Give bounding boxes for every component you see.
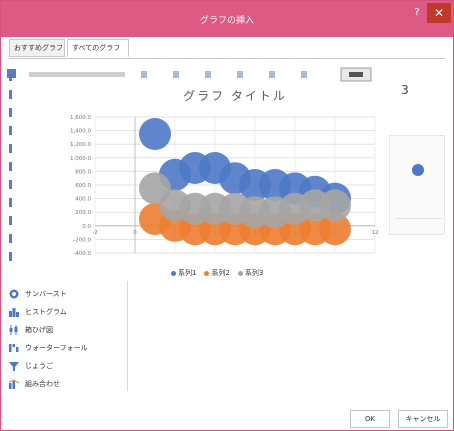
legend-item: 系列1 [171,268,196,278]
ok-button[interactable]: OK [350,410,390,428]
bubble-point [139,118,171,150]
chart-preview-thumbnail[interactable] [389,135,445,235]
y-tick-label: 400.0 [75,197,91,203]
legend-label: 系列1 [178,269,197,277]
x-tick-label: -2 [92,230,97,236]
x-tick-label: 12 [372,230,379,236]
legend-item: 系列2 [204,268,230,278]
legend-swatch [171,270,176,276]
legend-swatch [237,270,243,276]
bubble-point [319,189,351,222]
y-tick-label: -200.0 [73,237,91,243]
y-tick-label: 1,400.0 [70,129,91,135]
y-tick-label: -400.0 [73,251,91,257]
legend-item: 系列3 [237,268,264,278]
legend-label: 系列3 [244,269,264,277]
y-tick-label: 200.0 [75,210,91,216]
insert-chart-dialog: グラフの挿入 ? ✕ おすすめグラフ すべてのグラフ サンバースト ヒストグラム… [0,0,454,431]
y-tick-label: 1,600.0 [70,115,91,121]
chart-legend: 系列1 系列2 系列3 [171,267,311,279]
preview-axis [396,218,442,224]
preview-bubble [412,164,424,176]
y-tick-label: 0.0 [82,224,91,230]
y-tick-label: 600.0 [75,183,91,189]
y-tick-label: 800.0 [75,169,91,175]
cancel-button[interactable]: キャンセル [398,410,448,428]
bubble-chart: -400.0 -200.0 0.0 200.0 400.0 600.0 800.0 1,000… [70,115,379,257]
y-tick-label: 1,000.0 [70,156,91,162]
legend-label: 系列2 [211,269,230,277]
y-tick-label: 1,200.0 [70,142,91,148]
legend-swatch [204,270,210,276]
preview-number-label: 3 [401,83,409,97]
